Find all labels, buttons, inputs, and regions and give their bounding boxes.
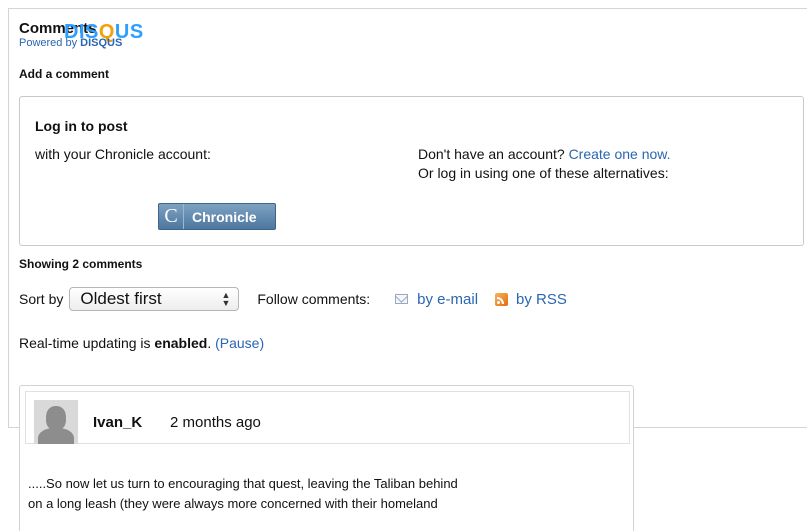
follow-by-email-link[interactable]: by e-mail (417, 291, 478, 308)
pause-link[interactable]: (Pause) (215, 335, 264, 351)
powered-by[interactable]: Powered by DISQUS (19, 37, 122, 49)
no-account-label: Don't have an account? (418, 146, 565, 162)
realtime-suffix: . (207, 335, 212, 351)
avatar-body-shape (38, 428, 74, 444)
comment-header: Ivan_K 2 months ago (25, 391, 630, 444)
login-panel: Log in to post with your Chronicle accou… (19, 96, 804, 246)
mail-icon[interactable] (395, 294, 409, 304)
follow-by-rss-link[interactable]: by RSS (516, 291, 567, 308)
sort-label: Sort by (19, 291, 64, 307)
comment-body: .....So now let us turn to encouraging t… (28, 474, 588, 514)
login-title: Log in to post (35, 118, 128, 134)
comment-author[interactable]: Ivan_K (93, 414, 142, 431)
powered-prefix: Powered by (19, 37, 78, 49)
chronicle-login-button[interactable]: C Chronicle (158, 203, 276, 230)
add-comment-heading: Add a comment (19, 67, 110, 81)
select-arrows-icon: ▲ ▼ (221, 290, 231, 308)
rss-icon[interactable] (495, 292, 509, 306)
chronicle-logo-icon: C (159, 204, 184, 229)
sort-select[interactable]: Oldest first ▲ ▼ (69, 287, 240, 311)
chronicle-button-label: Chronicle (192, 208, 257, 225)
create-account-link[interactable]: Create one now. (569, 146, 671, 162)
realtime-prefix: Real-time updating is (19, 335, 151, 351)
no-account-text: Don't have an account? Create one now. (418, 146, 671, 162)
comment-card: Ivan_K 2 months ago .....So now let us t… (19, 385, 634, 531)
comment-time[interactable]: 2 months ago (170, 414, 261, 431)
comment-line-1: .....So now let us turn to encouraging t… (28, 476, 458, 491)
powered-brand: DISQUS (80, 37, 123, 49)
sort-follow-row: Sort by Oldest first ▲ ▼ Follow comments:… (19, 287, 567, 311)
showing-count: Showing 2 comments (19, 257, 143, 271)
follow-label: Follow comments: (257, 291, 371, 307)
alternatives-text: Or log in using one of these alternative… (418, 165, 669, 181)
login-with-account: with your Chronicle account: (35, 146, 211, 162)
avatar[interactable] (34, 400, 78, 444)
avatar-head-shape (46, 406, 66, 430)
comment-line-2: on a long leash (they were always more c… (28, 496, 438, 511)
realtime-status: Real-time updating is enabled. (Pause) (19, 335, 264, 351)
sort-value: Oldest first (80, 289, 162, 308)
realtime-state: enabled (154, 335, 208, 351)
